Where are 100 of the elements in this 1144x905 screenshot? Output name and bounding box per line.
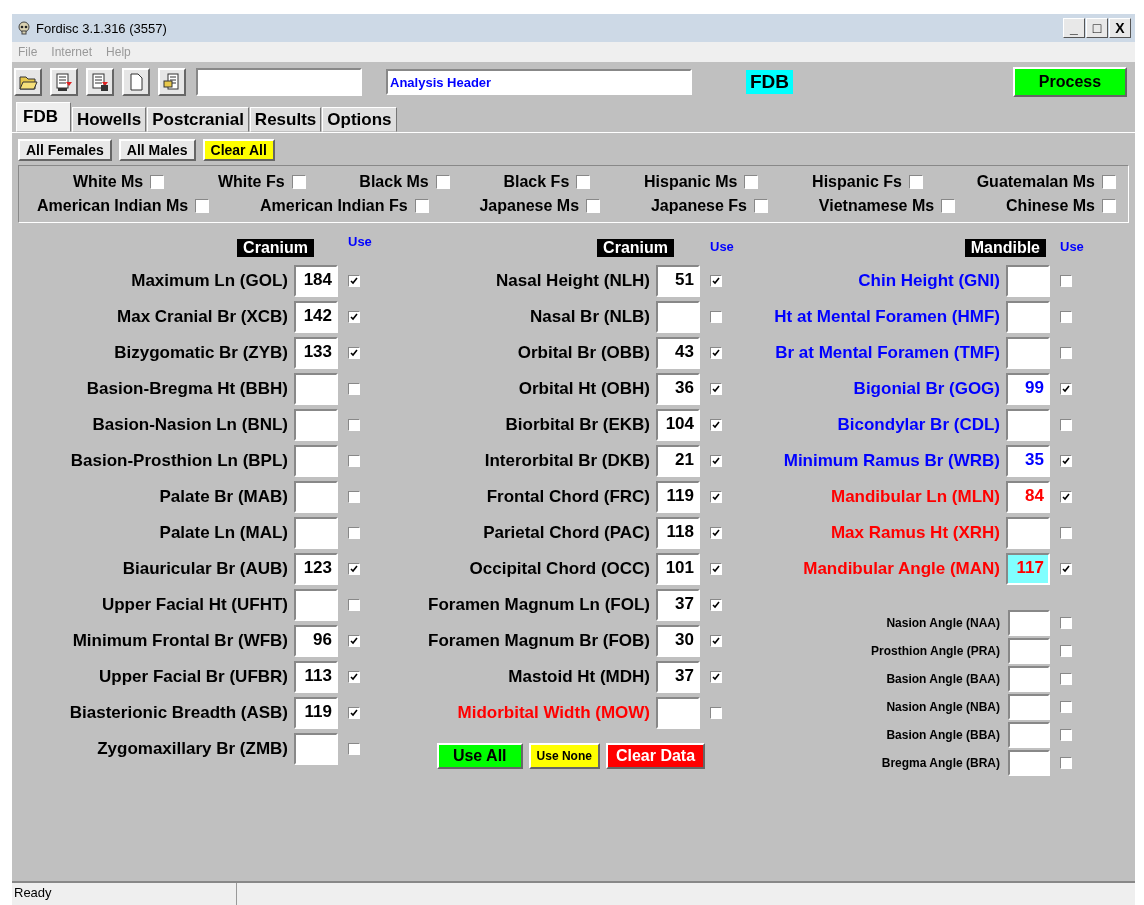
measurement-field[interactable]: 142: [294, 301, 338, 333]
use-checkbox[interactable]: [710, 275, 722, 287]
window-control-button[interactable]: _: [1063, 18, 1085, 38]
window-control-button[interactable]: □: [1086, 18, 1108, 38]
group-select-button[interactable]: Clear All: [202, 139, 275, 161]
use-checkbox[interactable]: [710, 599, 722, 611]
angle-field[interactable]: [1008, 610, 1050, 636]
window-control-button[interactable]: X: [1109, 18, 1131, 38]
measurement-field[interactable]: 113: [294, 661, 338, 693]
use-checkbox[interactable]: [710, 383, 722, 395]
use-checkbox[interactable]: [710, 347, 722, 359]
group-select-button[interactable]: All Females: [18, 139, 112, 161]
checkbox[interactable]: [586, 199, 601, 213]
print-document-icon[interactable]: [158, 68, 186, 96]
checkbox[interactable]: [435, 175, 450, 189]
use-checkbox[interactable]: [348, 635, 360, 647]
use-checkbox[interactable]: [348, 455, 360, 467]
checkbox[interactable]: [744, 175, 759, 189]
measurement-field[interactable]: [656, 301, 700, 333]
measurement-field[interactable]: 119: [656, 481, 700, 513]
measurement-field[interactable]: [1006, 409, 1050, 441]
measurement-field[interactable]: 37: [656, 589, 700, 621]
angle-field[interactable]: [1008, 750, 1050, 776]
measurement-field[interactable]: 36: [656, 373, 700, 405]
input-field[interactable]: [196, 68, 362, 96]
checkbox[interactable]: [414, 199, 429, 213]
measurement-field[interactable]: [1006, 337, 1050, 369]
measurement-field[interactable]: 96: [294, 625, 338, 657]
use-checkbox[interactable]: [1060, 347, 1072, 359]
angle-field[interactable]: [1008, 638, 1050, 664]
use-checkbox[interactable]: [348, 347, 360, 359]
use-checkbox[interactable]: [1060, 275, 1072, 287]
use-checkbox[interactable]: [1060, 455, 1072, 467]
use-checkbox[interactable]: [348, 491, 360, 503]
group-select-button[interactable]: All Males: [118, 139, 196, 161]
measurement-field[interactable]: [1006, 517, 1050, 549]
measurement-field[interactable]: 30: [656, 625, 700, 657]
measurement-field[interactable]: 123: [294, 553, 338, 585]
tab[interactable]: Results: [249, 107, 322, 132]
use-checkbox[interactable]: [348, 311, 360, 323]
tab[interactable]: Postcranial: [147, 107, 249, 132]
use-checkbox[interactable]: [710, 635, 722, 647]
measurement-field[interactable]: [1006, 265, 1050, 297]
measurement-field[interactable]: [294, 517, 338, 549]
use-checkbox[interactable]: [1060, 701, 1072, 713]
measurement-field[interactable]: 184: [294, 265, 338, 297]
use-checkbox[interactable]: [710, 491, 722, 503]
use-checkbox[interactable]: [348, 419, 360, 431]
measurement-field[interactable]: [294, 481, 338, 513]
use-checkbox[interactable]: [348, 707, 360, 719]
use-checkbox[interactable]: [1060, 673, 1072, 685]
action-button[interactable]: Clear Data: [605, 743, 706, 769]
open-folder-icon[interactable]: [14, 68, 42, 96]
measurement-field[interactable]: 43: [656, 337, 700, 369]
process-button[interactable]: Process: [1013, 67, 1127, 97]
document-save-icon[interactable]: [86, 68, 114, 96]
use-checkbox[interactable]: [1060, 645, 1072, 657]
use-checkbox[interactable]: [348, 527, 360, 539]
measurement-field[interactable]: 104: [656, 409, 700, 441]
use-checkbox[interactable]: [348, 563, 360, 575]
new-document-icon[interactable]: [122, 68, 150, 96]
angle-field[interactable]: [1008, 694, 1050, 720]
use-checkbox[interactable]: [710, 311, 722, 323]
use-checkbox[interactable]: [348, 275, 360, 287]
action-button[interactable]: Use None: [528, 743, 600, 769]
use-checkbox[interactable]: [1060, 729, 1072, 741]
checkbox[interactable]: [1101, 199, 1116, 213]
use-checkbox[interactable]: [710, 527, 722, 539]
measurement-field[interactable]: 35: [1006, 445, 1050, 477]
measurement-field[interactable]: 37: [656, 661, 700, 693]
action-button[interactable]: Use All: [436, 743, 523, 769]
use-checkbox[interactable]: [348, 743, 360, 755]
analysis-header-field[interactable]: Analysis Header: [386, 69, 692, 95]
measurement-field[interactable]: [656, 697, 700, 729]
use-checkbox[interactable]: [1060, 563, 1072, 575]
checkbox[interactable]: [1101, 175, 1116, 189]
use-checkbox[interactable]: [1060, 617, 1072, 629]
use-checkbox[interactable]: [710, 563, 722, 575]
tab[interactable]: Howells: [71, 107, 147, 132]
measurement-field[interactable]: 101: [656, 553, 700, 585]
measurement-field[interactable]: [294, 373, 338, 405]
measurement-field[interactable]: [294, 589, 338, 621]
measurement-field[interactable]: 119: [294, 697, 338, 729]
use-checkbox[interactable]: [1060, 527, 1072, 539]
use-checkbox[interactable]: [1060, 311, 1072, 323]
use-checkbox[interactable]: [348, 671, 360, 683]
checkbox[interactable]: [150, 175, 165, 189]
use-checkbox[interactable]: [710, 455, 722, 467]
document-export-icon[interactable]: [50, 68, 78, 96]
use-checkbox[interactable]: [1060, 419, 1072, 431]
measurement-field[interactable]: [294, 445, 338, 477]
tab[interactable]: FDB: [16, 102, 71, 132]
measurement-field[interactable]: 118: [656, 517, 700, 549]
angle-field[interactable]: [1008, 722, 1050, 748]
use-checkbox[interactable]: [1060, 491, 1072, 503]
checkbox[interactable]: [754, 199, 768, 213]
use-checkbox[interactable]: [1060, 383, 1072, 395]
checkbox[interactable]: [908, 175, 923, 189]
checkbox[interactable]: [195, 199, 210, 213]
checkbox[interactable]: [291, 175, 306, 189]
